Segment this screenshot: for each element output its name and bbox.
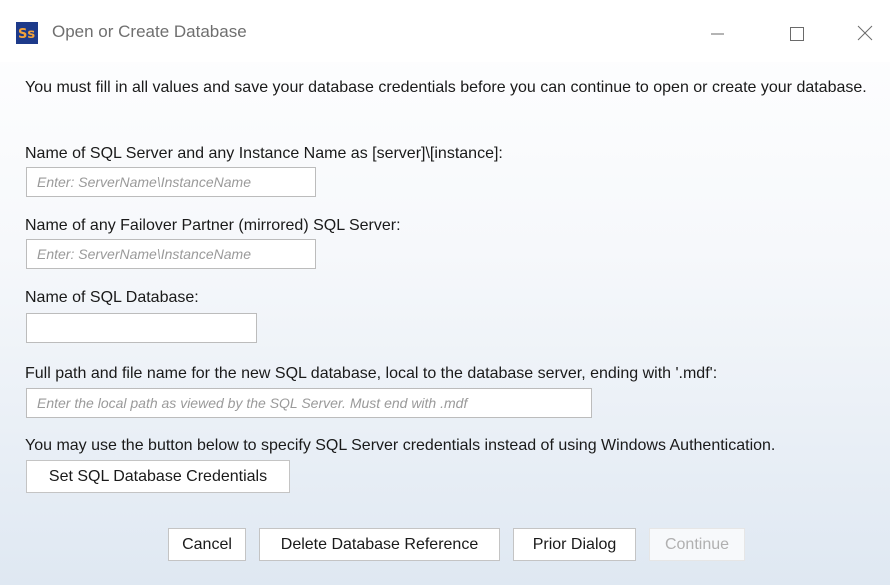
mdf-path-input[interactable] [26, 388, 592, 418]
close-icon [857, 25, 873, 41]
failover-label: Name of any Failover Partner (mirrored) … [25, 217, 401, 234]
intro-text: You must fill in all values and save you… [25, 79, 867, 96]
maximize-icon [790, 27, 804, 41]
maximize-button[interactable] [777, 16, 817, 50]
credentials-note: You may use the button below to specify … [25, 437, 776, 454]
delete-database-reference-button[interactable]: Delete Database Reference [259, 528, 500, 561]
database-label: Name of SQL Database: [25, 289, 199, 306]
open-create-database-dialog: Ss Open or Create Database You must fill… [0, 0, 890, 585]
path-label: Full path and file name for the new SQL … [25, 365, 718, 382]
failover-partner-input[interactable] [26, 239, 316, 269]
continue-button[interactable]: Continue [649, 528, 745, 561]
prior-dialog-button[interactable]: Prior Dialog [513, 528, 636, 561]
app-logo-text: Ss [18, 27, 35, 42]
set-credentials-button[interactable]: Set SQL Database Credentials [26, 460, 290, 493]
cancel-button[interactable]: Cancel [168, 528, 246, 561]
minimize-icon [711, 33, 724, 35]
close-button[interactable] [845, 16, 885, 50]
minimize-button[interactable] [698, 16, 738, 50]
window-title: Open or Create Database [52, 22, 247, 41]
dialog-body: You must fill in all values and save you… [0, 62, 890, 585]
database-name-input[interactable] [26, 313, 257, 343]
title-bar: Ss Open or Create Database [0, 0, 890, 62]
app-logo-icon: Ss [16, 22, 38, 44]
server-instance-input[interactable] [26, 167, 316, 197]
server-label: Name of SQL Server and any Instance Name… [25, 145, 503, 162]
